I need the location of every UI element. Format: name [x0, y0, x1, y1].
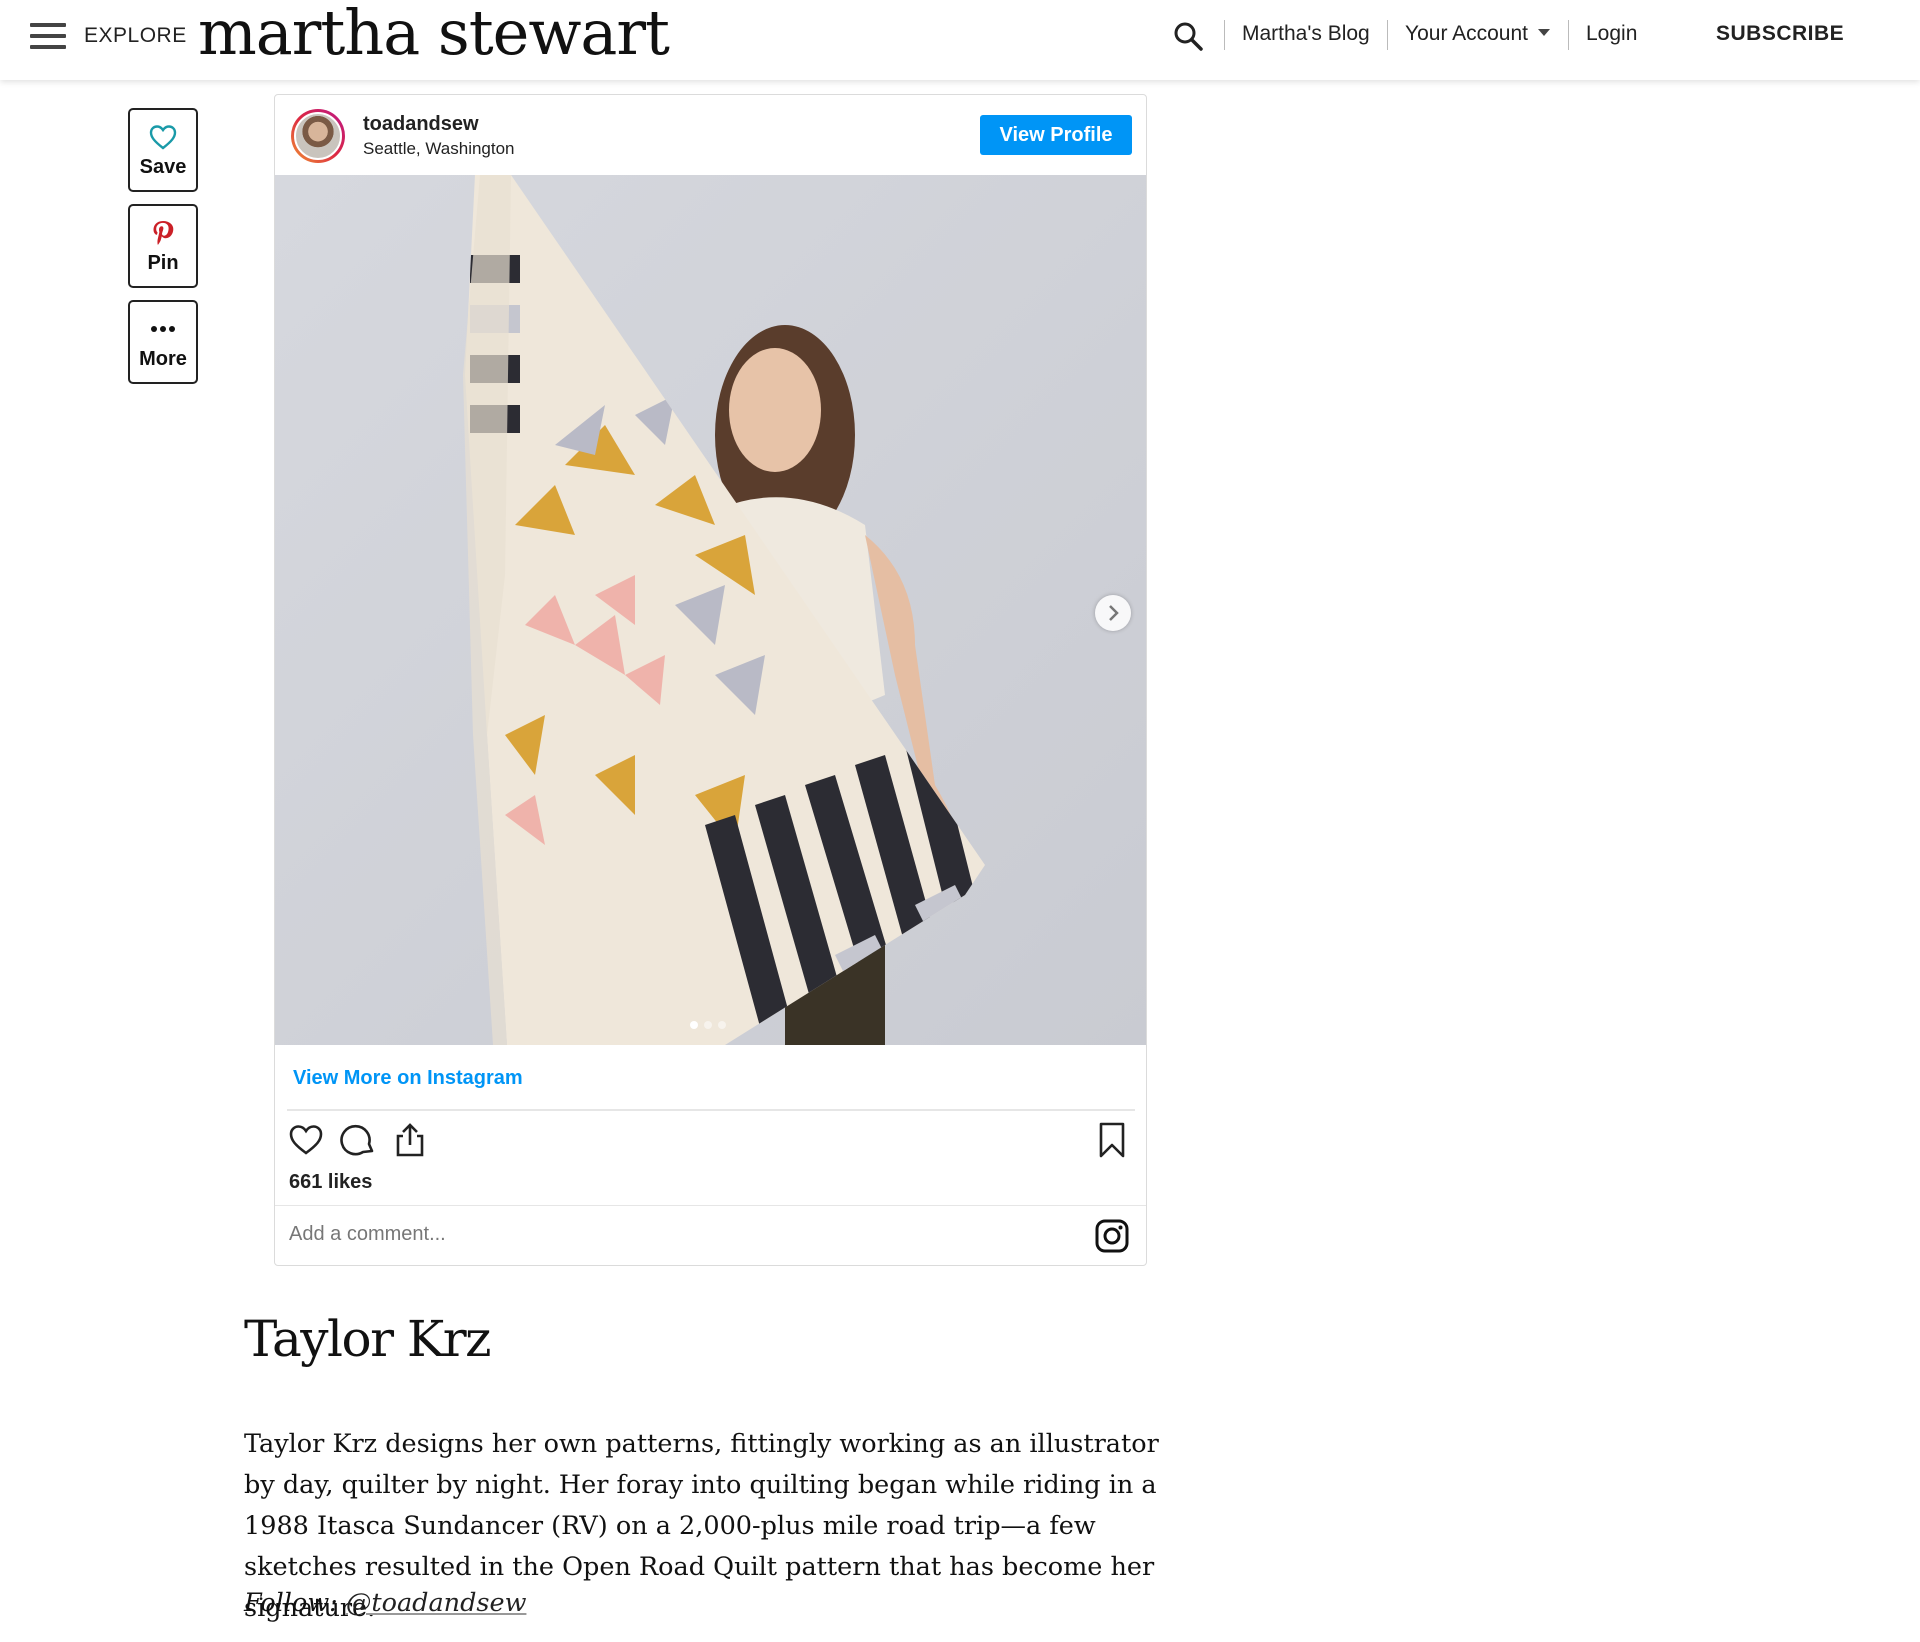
pin-label: Pin: [147, 252, 179, 274]
more-button[interactable]: More: [128, 300, 198, 384]
instagram-username[interactable]: toadandsew: [363, 113, 479, 136]
likes-count: 661 likes: [289, 1171, 373, 1193]
comment-icon[interactable]: [339, 1121, 377, 1159]
follow-line: Follow: @toadandsew: [244, 1588, 526, 1618]
menu-icon[interactable]: [30, 23, 68, 49]
divider: [287, 1109, 1135, 1111]
comment-input[interactable]: [289, 1223, 1069, 1246]
your-account-label: Your Account: [1405, 22, 1528, 45]
follow-handle-link[interactable]: @toadandsew: [346, 1588, 527, 1618]
site-logo[interactable]: martha stewart: [198, 0, 670, 69]
site-header: EXPLORE martha stewart Martha's Blog You…: [0, 0, 1920, 80]
carousel-indicator: [690, 1016, 732, 1034]
explore-link[interactable]: EXPLORE: [84, 24, 187, 48]
avatar[interactable]: [291, 109, 345, 163]
bookmark-icon[interactable]: [1093, 1121, 1131, 1159]
your-account-dropdown[interactable]: Your Account: [1405, 22, 1550, 46]
more-label: More: [139, 348, 187, 370]
pinterest-icon: [153, 221, 174, 245]
like-heart-icon[interactable]: [287, 1121, 325, 1159]
instagram-logo-icon[interactable]: [1095, 1219, 1129, 1253]
share-icon[interactable]: [391, 1121, 429, 1159]
save-label: Save: [139, 156, 187, 178]
instagram-embed: toadandsew Seattle, Washington View Prof…: [274, 94, 1147, 1266]
divider: [275, 1205, 1146, 1206]
nav-divider: [1224, 20, 1225, 50]
save-button[interactable]: Save: [128, 108, 198, 192]
quilt-photo-illustration: [275, 175, 1146, 1045]
ellipsis-icon: [151, 326, 175, 332]
chevron-right-icon[interactable]: [1095, 595, 1131, 631]
instagram-location[interactable]: Seattle, Washington: [363, 139, 515, 159]
chevron-down-icon: [1538, 28, 1550, 36]
subscribe-link[interactable]: SUBSCRIBE: [1716, 22, 1844, 46]
heart-icon: [149, 125, 177, 150]
view-profile-button[interactable]: View Profile: [980, 115, 1132, 155]
section-heading: Taylor Krz: [244, 1310, 492, 1368]
view-more-on-instagram-link[interactable]: View More on Instagram: [293, 1067, 523, 1090]
nav-divider: [1568, 20, 1569, 50]
nav-divider: [1387, 20, 1388, 50]
pin-button[interactable]: Pin: [128, 204, 198, 288]
marthas-blog-link[interactable]: Martha's Blog: [1242, 22, 1370, 46]
login-link[interactable]: Login: [1586, 22, 1637, 46]
instagram-post-photo[interactable]: [275, 175, 1146, 1045]
follow-label: Follow:: [244, 1588, 338, 1618]
search-icon[interactable]: [1172, 20, 1204, 52]
